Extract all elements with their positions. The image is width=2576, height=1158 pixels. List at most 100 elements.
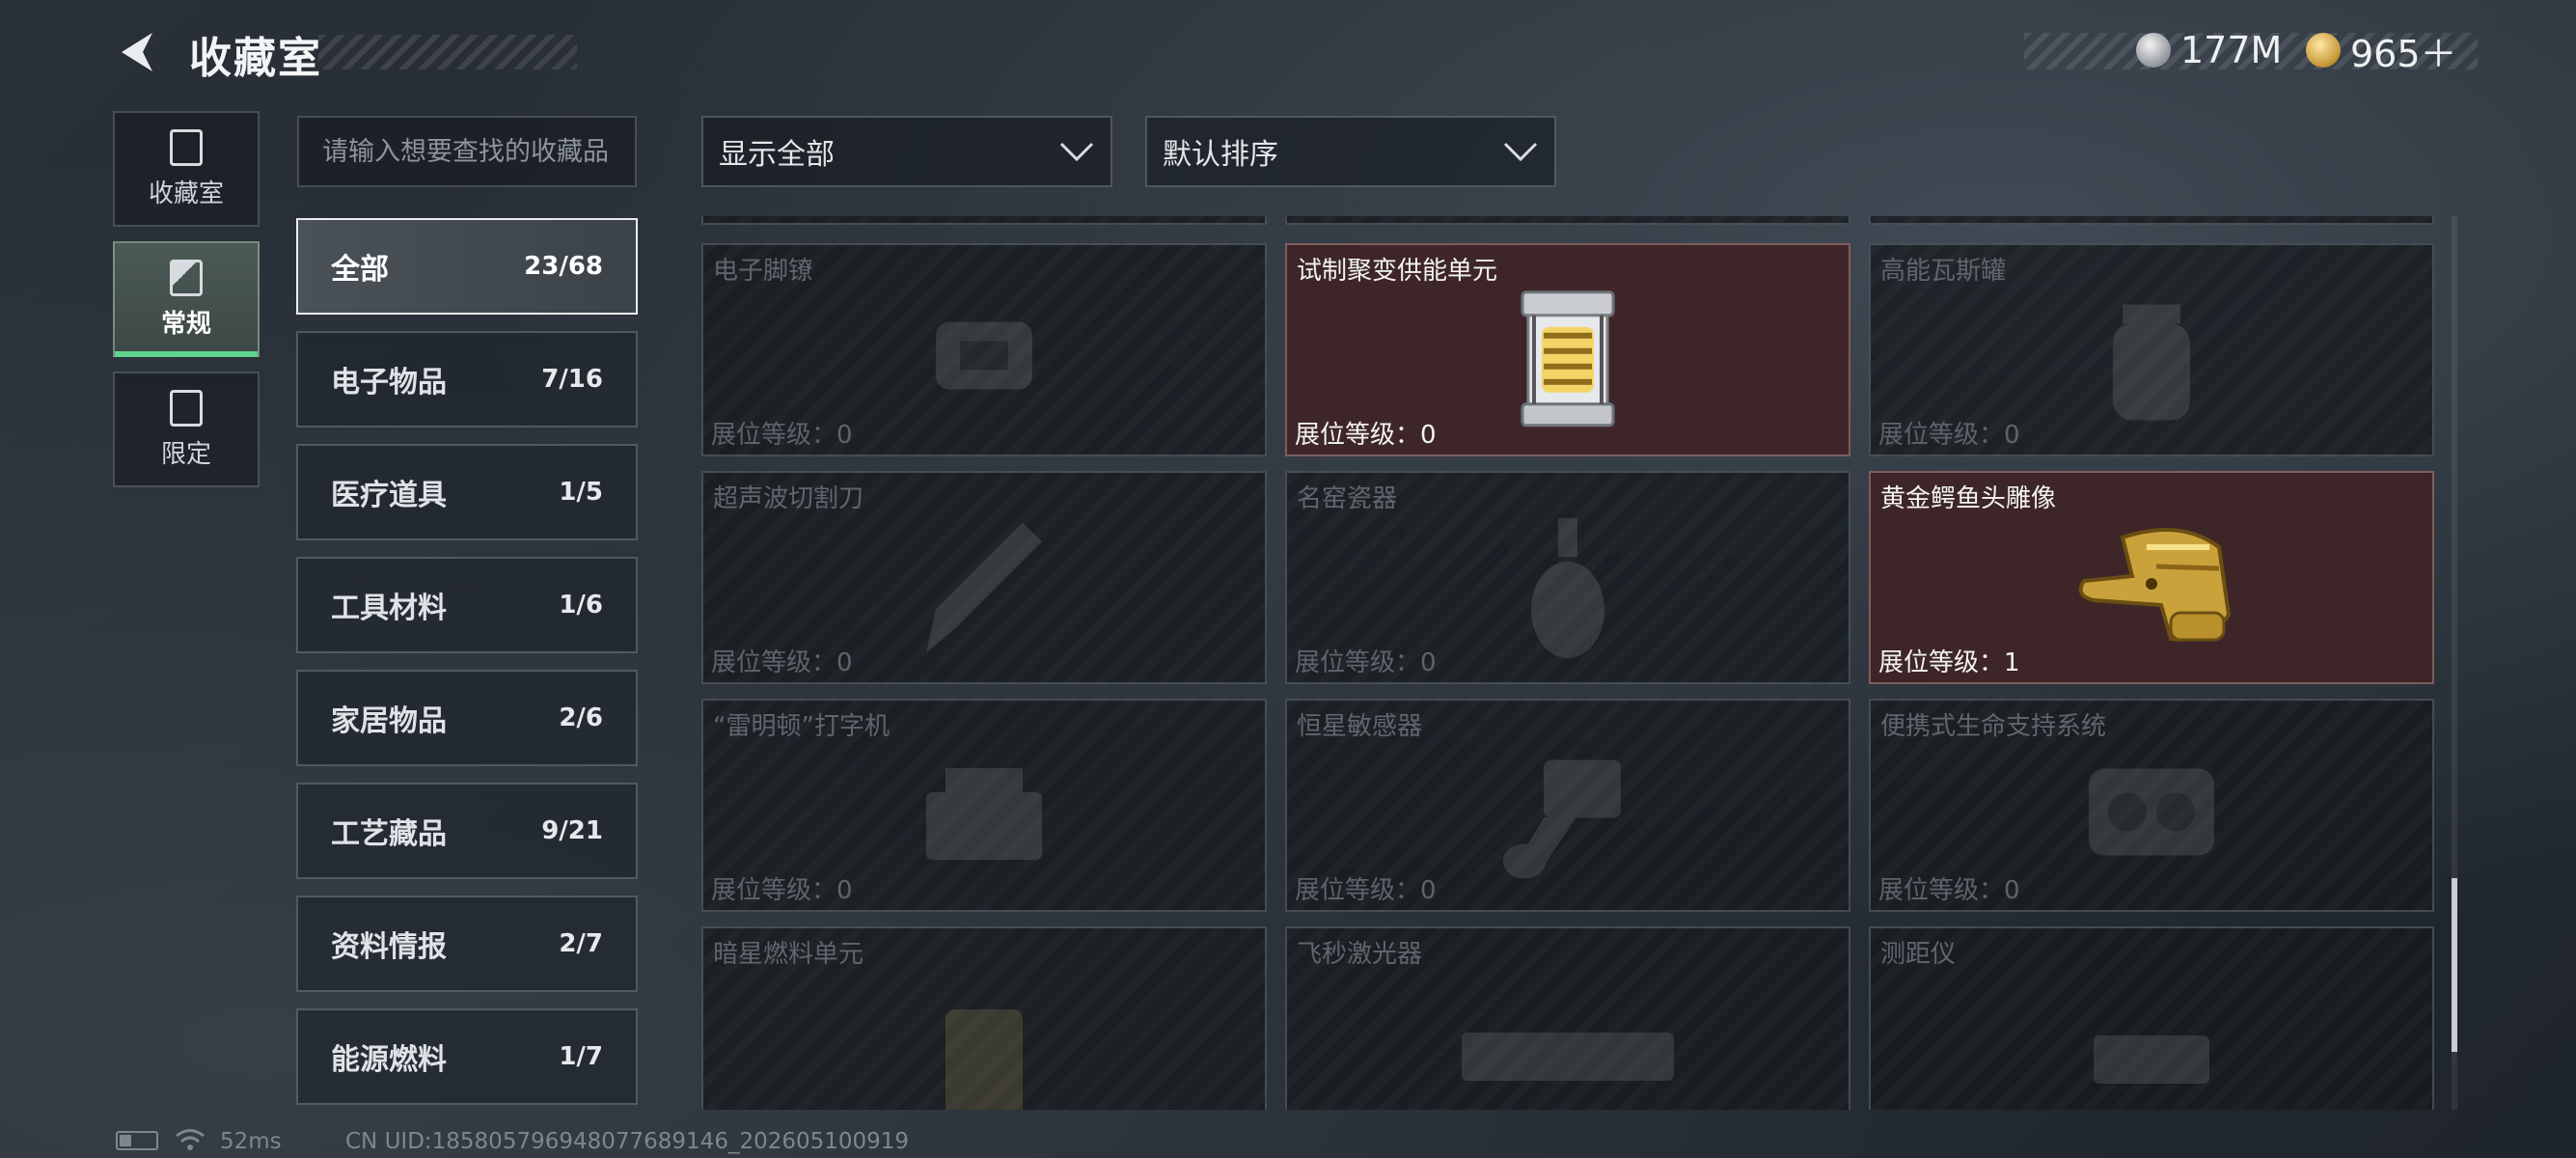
back-arrow-icon[interactable] xyxy=(114,29,160,75)
item-level: 展位等级：0 xyxy=(1878,870,2020,906)
category-crafts[interactable]: 工艺藏品 9/21 xyxy=(296,783,638,879)
gas-canister-icon xyxy=(2113,304,2190,420)
fuel-cell-icon xyxy=(945,1008,1023,1110)
level-label: 展位等级： xyxy=(1295,648,1421,677)
sort-dropdown[interactable]: 默认排序 xyxy=(1145,116,1556,187)
level-label: 展位等级： xyxy=(1878,648,2005,677)
category-name: 资料情报 xyxy=(331,930,447,964)
category-energy[interactable]: 能源燃料 1/7 xyxy=(296,1008,638,1105)
collection-room-icon xyxy=(170,128,203,166)
item-card[interactable]: 恒星敏感器 展位等级：0 xyxy=(1285,699,1850,912)
grid-scrollbar-thumb[interactable] xyxy=(2452,878,2457,1052)
level-value: 0 xyxy=(2004,876,2020,905)
item-name: 超声波切割刀 xyxy=(713,484,864,513)
item-card[interactable]: 测距仪 xyxy=(1869,926,2434,1110)
chevron-down-icon xyxy=(1059,142,1094,162)
item-level: 展位等级：0 xyxy=(711,870,853,906)
item-level: 展位等级：1 xyxy=(1878,643,2020,678)
level-label: 展位等级： xyxy=(1878,421,2005,450)
category-electronics[interactable]: 电子物品 7/16 xyxy=(296,331,638,427)
item-card[interactable]: 电子脚镣 展位等级：0 xyxy=(701,243,1267,456)
category-count: 23/68 xyxy=(524,252,603,281)
limited-icon xyxy=(170,389,203,427)
currency-silver-value: 177M xyxy=(2180,29,2283,71)
item-name: 暗星燃料单元 xyxy=(713,940,864,969)
item-level: 展位等级：0 xyxy=(711,415,853,451)
category-name: 能源燃料 xyxy=(331,1043,447,1077)
collection-grid[interactable]: 电子脚镣 展位等级：0 试制聚变供能单元 展位等级：0 高能瓦斯罐 展位等级：0… xyxy=(699,216,2436,1110)
ultrasonic-cutter-icon xyxy=(926,522,1042,652)
category-name: 电子物品 xyxy=(331,366,447,400)
level-value: 0 xyxy=(836,648,853,677)
category-count: 9/21 xyxy=(541,816,603,845)
ankle-monitor-icon xyxy=(936,321,1032,389)
item-card[interactable]: 黄金鳄鱼头雕像 展位等级：1 xyxy=(1869,471,2434,684)
gold-coin-icon xyxy=(2306,33,2341,68)
item-level: 展位等级：0 xyxy=(1295,415,1437,451)
tab-regular-label: 常规 xyxy=(160,309,211,339)
item-level: 展位等级：0 xyxy=(1878,415,2020,451)
category-count: 1/7 xyxy=(559,1042,603,1071)
category-household[interactable]: 家居物品 2/6 xyxy=(296,670,638,766)
user-uid: CN UID:185805796948077689146_20260510091… xyxy=(345,1129,910,1154)
item-level: 展位等级：0 xyxy=(1295,643,1437,678)
porcelain-vase-icon xyxy=(1531,517,1604,658)
chevron-down-icon xyxy=(1503,142,1538,162)
item-card[interactable]: 便携式生命支持系统 展位等级：0 xyxy=(1869,699,2434,912)
level-label: 展位等级： xyxy=(1878,876,2005,905)
item-name: 便携式生命支持系统 xyxy=(1880,712,2107,741)
category-tools[interactable]: 工具材料 1/6 xyxy=(296,557,638,653)
fusion-power-unit-icon xyxy=(1521,290,1615,427)
sort-value: 默认排序 xyxy=(1163,138,1278,172)
item-card[interactable]: 试制聚变供能单元 展位等级：0 xyxy=(1285,243,1850,456)
display-filter-dropdown[interactable]: 显示全部 xyxy=(701,116,1112,187)
ping-value: 52ms xyxy=(220,1129,282,1154)
level-label: 展位等级： xyxy=(1295,876,1421,905)
item-card-partial xyxy=(1285,216,1850,225)
item-card[interactable]: 超声波切割刀 展位等级：0 xyxy=(701,471,1267,684)
item-card[interactable]: “雷明顿”打字机 展位等级：0 xyxy=(701,699,1267,912)
item-card[interactable]: 名窑瓷器 展位等级：0 xyxy=(1285,471,1850,684)
page-title: 收藏室 xyxy=(189,34,322,83)
category-all[interactable]: 全部 23/68 xyxy=(296,218,638,315)
display-filter-value: 显示全部 xyxy=(719,138,835,172)
item-card[interactable]: 高能瓦斯罐 展位等级：0 xyxy=(1869,243,2434,456)
item-name: 黄金鳄鱼头雕像 xyxy=(1880,484,2057,513)
level-label: 展位等级： xyxy=(711,648,837,677)
level-value: 1 xyxy=(2004,648,2020,677)
item-card[interactable]: 飞秒激光器 xyxy=(1285,926,1850,1110)
category-name: 家居物品 xyxy=(331,704,447,738)
item-name: 高能瓦斯罐 xyxy=(1880,257,2007,286)
battery-icon xyxy=(116,1131,158,1150)
category-medical[interactable]: 医疗道具 1/5 xyxy=(296,444,638,540)
laser-icon xyxy=(1462,1032,1674,1081)
item-card-partial xyxy=(701,216,1267,225)
search-input[interactable] xyxy=(297,116,637,187)
item-name: 名窑瓷器 xyxy=(1297,484,1398,513)
category-name: 工具材料 xyxy=(331,592,447,625)
category-count: 7/16 xyxy=(541,365,603,394)
tab-regular[interactable]: 常规 xyxy=(113,241,260,357)
level-value: 0 xyxy=(836,421,853,450)
tab-limited[interactable]: 限定 xyxy=(113,372,260,487)
item-card-partial xyxy=(1869,216,2434,225)
regular-icon xyxy=(170,259,203,296)
item-card[interactable]: 暗星燃料单元 xyxy=(701,926,1267,1110)
category-count: 2/6 xyxy=(559,703,603,732)
level-value: 0 xyxy=(1420,421,1437,450)
tab-collection-room-label: 收藏室 xyxy=(148,179,224,208)
life-support-icon xyxy=(2089,768,2214,855)
currency-silver: 177M xyxy=(2136,27,2282,73)
category-name: 全部 xyxy=(331,253,389,287)
level-label: 展位等级： xyxy=(711,421,837,450)
item-name: 恒星敏感器 xyxy=(1297,712,1423,741)
item-name: 飞秒激光器 xyxy=(1297,940,1423,969)
category-intel[interactable]: 资料情报 2/7 xyxy=(296,896,638,992)
item-name: 试制聚变供能单元 xyxy=(1297,257,1498,286)
category-name: 医疗道具 xyxy=(331,479,447,512)
tab-collection-room[interactable]: 收藏室 xyxy=(113,111,260,227)
star-sensor-icon xyxy=(1503,759,1621,878)
level-value: 0 xyxy=(1420,648,1437,677)
category-name: 工艺藏品 xyxy=(331,817,447,851)
currency-gold[interactable]: 965＋ xyxy=(2306,27,2457,75)
